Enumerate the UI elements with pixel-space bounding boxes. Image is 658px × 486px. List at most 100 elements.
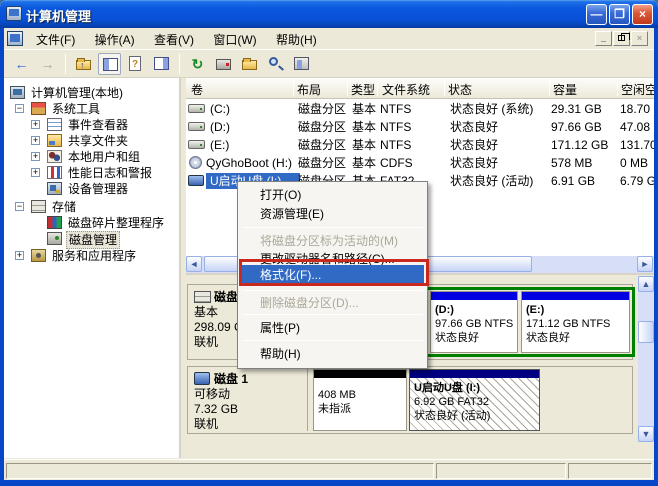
menu-help[interactable]: 帮助(H) — [268, 28, 325, 50]
partition-status: 状态良好 — [435, 331, 515, 345]
column-capacity[interactable]: 容量 — [553, 81, 577, 98]
show-console-tree-icon[interactable] — [98, 53, 121, 75]
cd-drive-icon — [189, 156, 202, 169]
cell-volume[interactable]: (C:) — [210, 100, 230, 118]
menu-separator — [242, 290, 423, 291]
column-free-space[interactable]: 空闲空间 — [621, 81, 654, 98]
column-type[interactable]: 类型 — [351, 81, 375, 98]
menu-bar: 文件(F) 操作(A) 查看(V) 窗口(W) 帮助(H) _ × — [4, 28, 654, 50]
logical-drive-bar — [431, 292, 517, 300]
collapse-icon[interactable]: − — [15, 104, 24, 113]
scroll-down-icon[interactable]: ▼ — [638, 426, 654, 442]
tree-item-label[interactable]: 磁盘碎片整理程序 — [66, 215, 166, 231]
cell-free: 18.70 G — [620, 100, 654, 118]
expand-icon[interactable]: + — [15, 251, 24, 260]
menu-action[interactable]: 操作(A) — [87, 28, 143, 50]
minimize-button[interactable]: — — [586, 4, 607, 25]
app-window-icon — [6, 6, 22, 21]
search-icon[interactable] — [264, 53, 287, 75]
volume-row-d[interactable]: (D:) 磁盘分区 基本 NTFS 状态良好 97.66 GB 47.08 G — [186, 118, 654, 136]
menu-window[interactable]: 窗口(W) — [205, 28, 264, 50]
menu-file[interactable]: 文件(F) — [28, 28, 83, 50]
forward-icon[interactable]: → — [36, 53, 59, 75]
tree-item-label[interactable]: 存储 — [50, 199, 78, 215]
column-filesystem[interactable]: 文件系统 — [382, 81, 430, 98]
tree-item-label[interactable]: 计算机管理(本地) — [29, 85, 125, 101]
cell-volume[interactable]: QyGhoBoot (H:) — [206, 154, 292, 172]
column-volume[interactable]: 卷 — [191, 81, 203, 98]
tree-item-label[interactable]: 本地用户和组 — [66, 149, 142, 165]
child-restore-button[interactable] — [613, 31, 630, 46]
status-segment — [568, 463, 652, 479]
expand-icon[interactable]: + — [31, 152, 40, 161]
scroll-up-icon[interactable]: ▲ — [638, 276, 654, 292]
tree-item-label[interactable]: 设备管理器 — [66, 181, 130, 197]
menu-separator — [242, 340, 423, 341]
expand-icon[interactable]: + — [31, 120, 40, 129]
close-button[interactable]: × — [632, 4, 653, 25]
vertical-scrollbar[interactable]: ▲ ▼ — [638, 276, 654, 442]
system-tools-icon — [31, 102, 46, 115]
cell-type: 基本 — [352, 100, 376, 118]
cell-free: 0 MB — [620, 154, 648, 172]
disk1-label[interactable]: 磁盘 1 可移动 7.32 GB 联机 — [190, 369, 308, 431]
collapse-icon[interactable]: − — [15, 202, 24, 211]
partition-label: (E:) — [526, 303, 627, 317]
expand-icon[interactable]: + — [31, 136, 40, 145]
cell-volume[interactable]: (D:) — [210, 118, 230, 136]
disk1-type: 可移动 — [194, 387, 307, 402]
cell-capacity: 29.31 GB — [551, 100, 602, 118]
drive-icon — [188, 140, 205, 149]
column-layout[interactable]: 布局 — [297, 81, 321, 98]
services-apps-icon — [31, 249, 46, 262]
logical-drive-bar — [522, 292, 629, 300]
tree-item-label[interactable]: 磁盘管理 — [66, 231, 120, 249]
menu-item-explore[interactable]: 资源管理(E) — [241, 205, 424, 223]
console-window-icon[interactable] — [7, 31, 23, 46]
tree-item-label[interactable]: 共享文件夹 — [66, 133, 130, 149]
tree-item-label[interactable]: 服务和应用程序 — [50, 248, 138, 264]
cell-capacity: 578 MB — [551, 154, 592, 172]
scroll-right-icon[interactable]: ► — [637, 256, 653, 272]
menu-item-properties[interactable]: 属性(P) — [241, 319, 424, 337]
show-right-pane-icon[interactable] — [150, 53, 173, 75]
partition-e[interactable]: (E:) 171.12 GB NTFS 状态良好 — [521, 291, 630, 353]
open-folder-icon[interactable] — [238, 53, 261, 75]
volume-row-e[interactable]: (E:) 磁盘分区 基本 NTFS 状态良好 171.12 GB 131.70 — [186, 136, 654, 154]
partition-info: 97.66 GB NTFS — [435, 317, 515, 331]
tree-item-label[interactable]: 性能日志和警报 — [66, 165, 154, 181]
scroll-left-icon[interactable]: ◄ — [186, 256, 202, 272]
status-segment — [6, 463, 434, 479]
title-bar[interactable]: 计算机管理 — ❐ × — [0, 0, 658, 28]
partition-i-selected[interactable]: U启动U盘 (I:) 6.92 GB FAT32 状态良好 (活动) — [409, 369, 540, 431]
tree-item-label[interactable]: 系统工具 — [50, 101, 102, 117]
disk-management-icon — [47, 232, 62, 245]
back-icon[interactable]: ← — [10, 53, 33, 75]
up-folder-icon[interactable]: ↑ — [72, 53, 95, 75]
menu-item-help[interactable]: 帮助(H) — [241, 345, 424, 363]
partition-d[interactable]: (D:) 97.66 GB NTFS 状态良好 — [430, 291, 518, 353]
cell-volume[interactable]: (E:) — [210, 136, 229, 154]
expand-icon[interactable]: + — [31, 168, 40, 177]
console-icon[interactable] — [290, 53, 313, 75]
refresh-icon[interactable]: ↻ — [186, 53, 209, 75]
menu-view[interactable]: 查看(V) — [146, 28, 202, 50]
volume-row-c[interactable]: (C:) 磁盘分区 基本 NTFS 状态良好 (系统) 29.31 GB 18.… — [186, 100, 654, 118]
vertical-scroll-thumb[interactable] — [638, 321, 654, 343]
child-minimize-button[interactable]: _ — [595, 31, 612, 46]
unallocated-bar — [314, 370, 406, 378]
menu-item-open[interactable]: 打开(O) — [241, 186, 424, 204]
usb-drive-icon — [188, 175, 204, 186]
disk-properties-icon[interactable] — [212, 53, 235, 75]
partition-info: 未指派 — [318, 402, 404, 416]
cell-layout: 磁盘分区 — [298, 136, 346, 154]
help-doc-icon[interactable]: ? — [124, 53, 147, 75]
maximize-button[interactable]: ❐ — [609, 4, 630, 25]
child-close-button: × — [631, 31, 648, 46]
unallocated-space[interactable]: 408 MB 未指派 — [313, 369, 407, 431]
tree-item-label[interactable]: 事件查看器 — [66, 117, 130, 133]
cell-type: 基本 — [352, 118, 376, 136]
cell-filesystem: NTFS — [380, 136, 411, 154]
column-status[interactable]: 状态 — [448, 81, 472, 98]
volume-row-h[interactable]: QyGhoBoot (H:) 磁盘分区 基本 CDFS 状态良好 578 MB … — [186, 154, 654, 172]
